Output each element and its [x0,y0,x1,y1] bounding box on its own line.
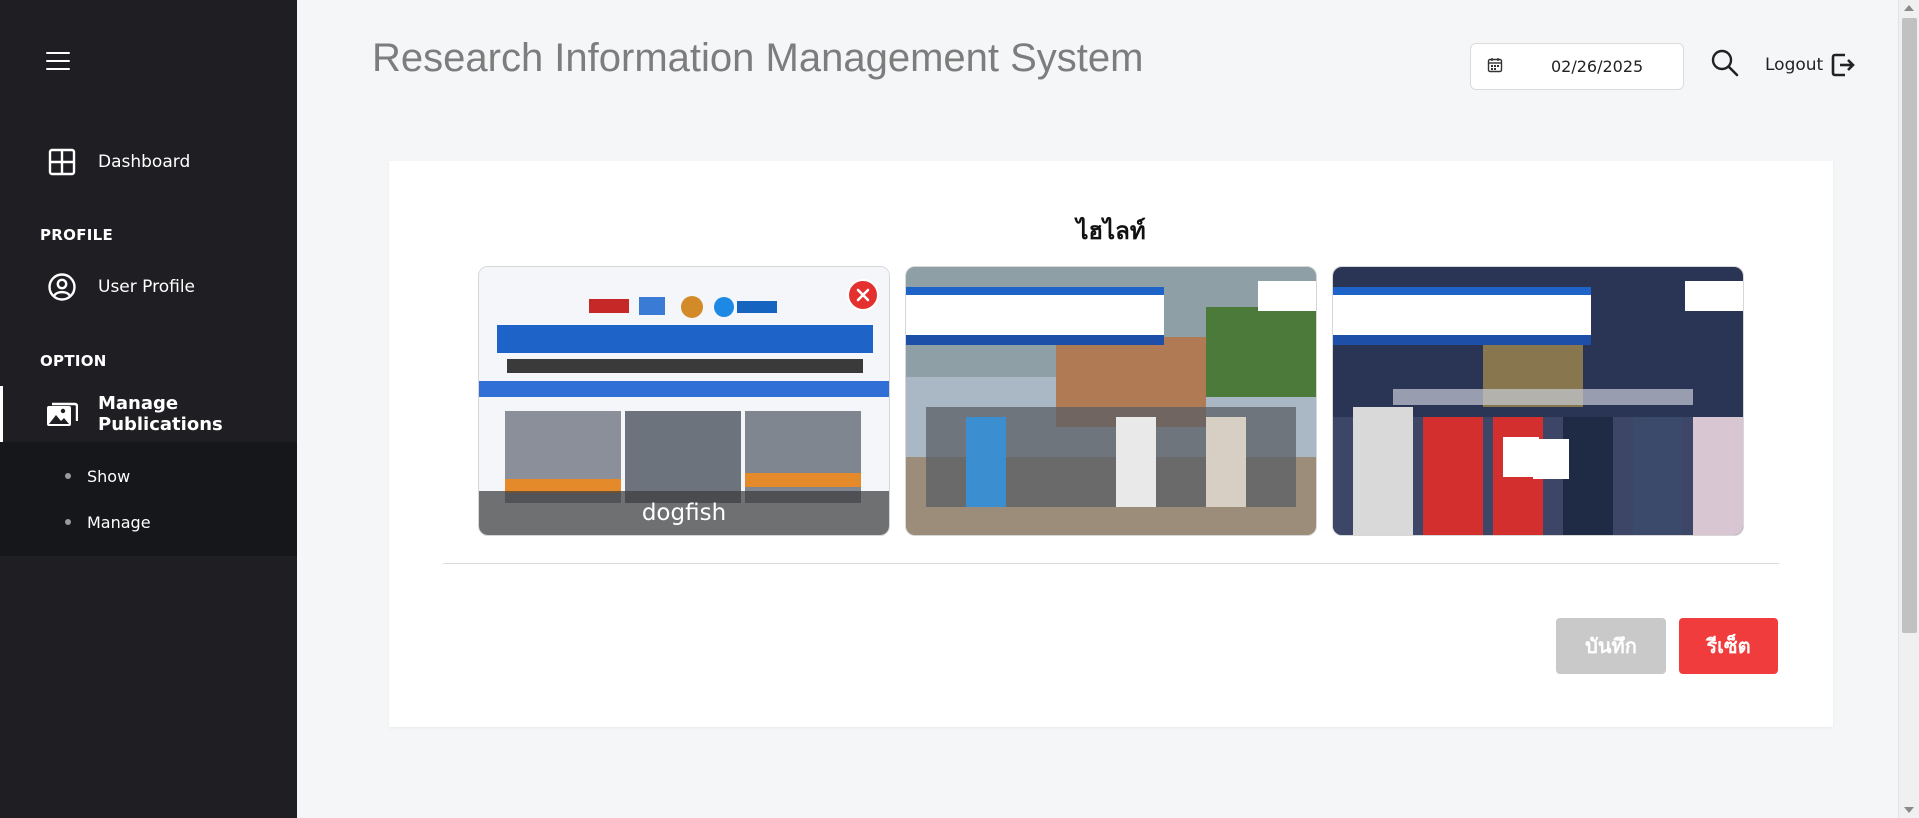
divider [443,563,1779,564]
subnav-item-label: Manage [87,512,151,532]
calendar-icon [1487,57,1503,77]
highlight-item[interactable]: dogfish [478,266,890,536]
highlight-item[interactable] [905,266,1317,536]
highlight-item[interactable] [1332,266,1744,536]
subnav-item-manage[interactable]: Manage [0,499,297,545]
highlight-image [906,267,1316,535]
reset-button[interactable]: รีเซ็ต [1679,618,1778,674]
images-icon [46,398,78,430]
search-icon[interactable] [1710,48,1740,78]
bullet-icon [65,519,71,525]
sidebar-item-dashboard[interactable]: Dashboard [0,136,297,188]
scroll-up-icon[interactable] [1904,5,1914,11]
sidebar-item-label: Manage Publications [98,393,223,435]
highlight-image [1333,267,1743,535]
sidebar-item-user-profile[interactable]: User Profile [0,261,297,313]
scroll-down-icon[interactable] [1904,807,1914,813]
scrollbar-thumb[interactable] [1902,18,1917,633]
close-icon [856,288,870,302]
user-circle-icon [46,271,78,303]
save-button[interactable]: บันทึก [1556,618,1666,674]
highlight-card: ไฮไลท์ dogfish บันทึก รีเซ็ต [389,161,1833,727]
bullet-icon [65,473,71,479]
logout-icon [1831,53,1856,77]
section-title: ไฮไลท์ [1076,217,1146,245]
page-title: Research Information Management System [372,36,1144,80]
highlight-caption: dogfish [479,491,889,535]
grid-icon [46,146,78,178]
logout-label: Logout [1765,55,1824,75]
sidebar: Dashboard PROFILE User Profile OPTION Ma… [0,0,297,818]
section-label-option: OPTION [40,352,107,370]
subnav: Show Manage [0,442,297,556]
sidebar-item-label: User Profile [98,277,196,297]
scrollbar[interactable] [1898,0,1919,818]
date-picker[interactable]: 02/26/2025 [1470,43,1684,90]
sidebar-item-label: Dashboard [98,152,191,172]
subnav-item-show[interactable]: Show [0,453,297,499]
date-value: 02/26/2025 [1551,57,1644,76]
sidebar-item-manage-publications[interactable]: Manage Publications [0,386,297,442]
logout-button[interactable]: Logout [1765,52,1856,78]
remove-highlight-button[interactable] [847,279,879,311]
subnav-item-label: Show [87,466,131,486]
section-label-profile: PROFILE [40,226,114,244]
hamburger-icon[interactable] [46,52,70,70]
